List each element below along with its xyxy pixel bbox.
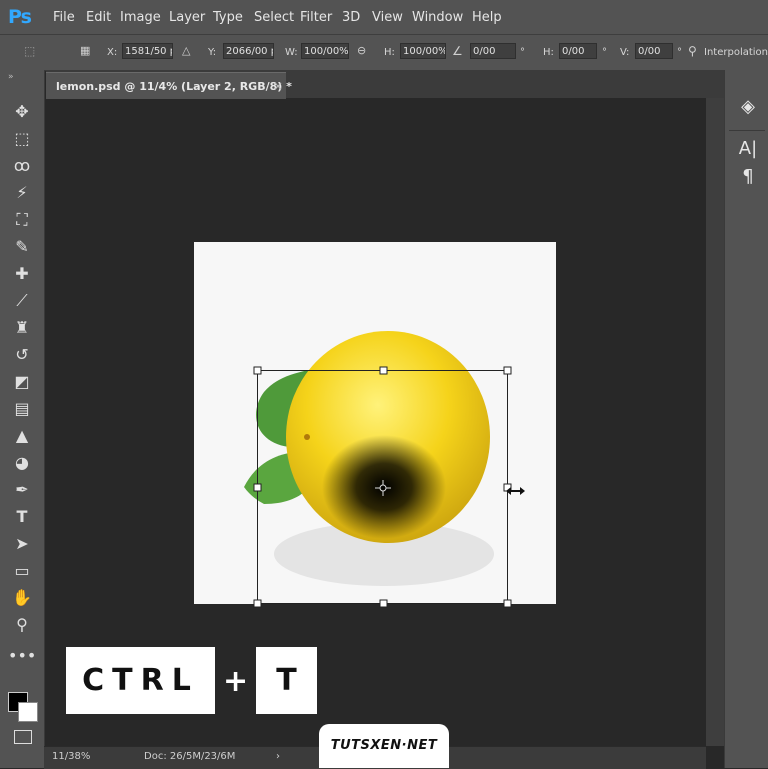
- plus-sign-overlay: +: [223, 664, 249, 699]
- transform-handle-top-left[interactable]: [253, 366, 262, 375]
- transform-handle-top-right[interactable]: [503, 366, 512, 375]
- transform-handle-bottom-left[interactable]: [253, 599, 262, 608]
- transform-handle-top[interactable]: [379, 366, 388, 375]
- status-menu-arrow[interactable]: ›: [276, 751, 280, 762]
- transform-handle-bottom[interactable]: [379, 599, 388, 608]
- transform-handle-bottom-right[interactable]: [503, 599, 512, 608]
- document-size: Doc: 26/5M/23/6M: [144, 751, 236, 762]
- watermark: TUTSXEN·NET: [319, 724, 449, 768]
- transform-center-icon[interactable]: [375, 480, 391, 496]
- t-key-overlay: T: [256, 647, 317, 714]
- transform-handle-left[interactable]: [253, 483, 262, 492]
- ctrl-key-overlay: CTRL: [66, 647, 215, 714]
- zoom-level[interactable]: 11/38%: [52, 751, 90, 762]
